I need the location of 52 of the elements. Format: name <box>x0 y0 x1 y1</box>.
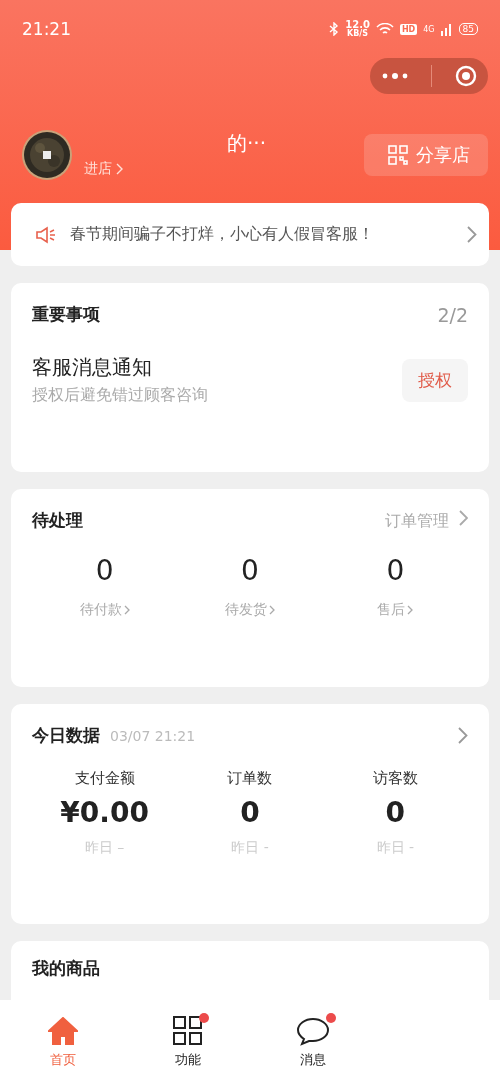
update-time: 03/07 21:21 <box>110 728 196 744</box>
battery-level: 85 <box>458 23 478 35</box>
section-title: 今日数据 <box>32 724 100 747</box>
stat-link[interactable]: 售后 <box>377 601 406 619</box>
status-time: 21:21 <box>22 19 71 39</box>
order-management-link[interactable]: 订单管理 <box>385 510 449 532</box>
item-description: 授权后避免错过顾客咨询 <box>32 385 208 406</box>
authorize-button[interactable]: 授权 <box>402 358 468 402</box>
section-title: 重要事项 <box>32 303 100 326</box>
chevron-icon <box>123 605 130 615</box>
tab[interactable]: 消息 <box>250 1000 375 1084</box>
metric-value: 0 <box>240 796 260 829</box>
chevron-icon <box>467 226 477 243</box>
stat-link[interactable]: 待付款 <box>79 601 122 619</box>
notice-text: 春节期间骗子不打烊，小心有人假冒客服！ <box>70 224 375 245</box>
hd-badge: HD <box>399 23 418 35</box>
tab[interactable]: 首页 <box>0 1000 125 1084</box>
speed-unit: KB/S <box>347 29 369 38</box>
metric-label: 支付金额 <box>74 769 135 788</box>
grid-icon <box>172 1016 203 1046</box>
qr-code-icon <box>388 145 408 165</box>
signal-icon <box>440 22 453 36</box>
metric-value: 0 <box>385 796 406 829</box>
item-title: 客服消息通知 <box>32 354 153 381</box>
network-speed: 12.0 <box>345 20 370 29</box>
tab[interactable]: 功能 <box>125 1000 250 1084</box>
chevron-icon <box>459 509 468 526</box>
metric-label: 访客数 <box>372 769 418 788</box>
chevron-icon[interactable] <box>458 727 468 744</box>
stat-link[interactable]: 待发货 <box>225 601 267 619</box>
stat-value: 0 <box>386 554 405 587</box>
section-title: 待处理 <box>32 509 83 532</box>
stat-value: 0 <box>95 554 114 587</box>
section-title: 我的商品 <box>32 958 100 978</box>
wifi-icon <box>375 22 394 36</box>
page-count: 2/2 <box>437 303 468 326</box>
enter-shop-link[interactable]: 进店 <box>84 160 112 178</box>
notice-bar[interactable]: 春节期间骗子不打烊，小心有人假冒客服！ <box>11 203 489 266</box>
chat-icon <box>295 1016 330 1046</box>
network-type: 4G <box>423 24 435 34</box>
share-shop-button[interactable]: 分享店 <box>364 134 488 176</box>
more-icon[interactable] <box>381 72 408 80</box>
chevron-icon <box>269 605 275 615</box>
metric-value: ¥0.00 <box>60 796 149 829</box>
shop-name: 的··· <box>227 130 267 157</box>
home-icon <box>47 1017 78 1045</box>
speaker-icon <box>35 225 57 244</box>
chevron-icon <box>407 605 414 615</box>
chevron-icon <box>116 163 123 175</box>
metric-label: 订单数 <box>227 769 273 788</box>
stat-value: 0 <box>241 554 259 587</box>
bluetooth-icon <box>329 22 340 36</box>
